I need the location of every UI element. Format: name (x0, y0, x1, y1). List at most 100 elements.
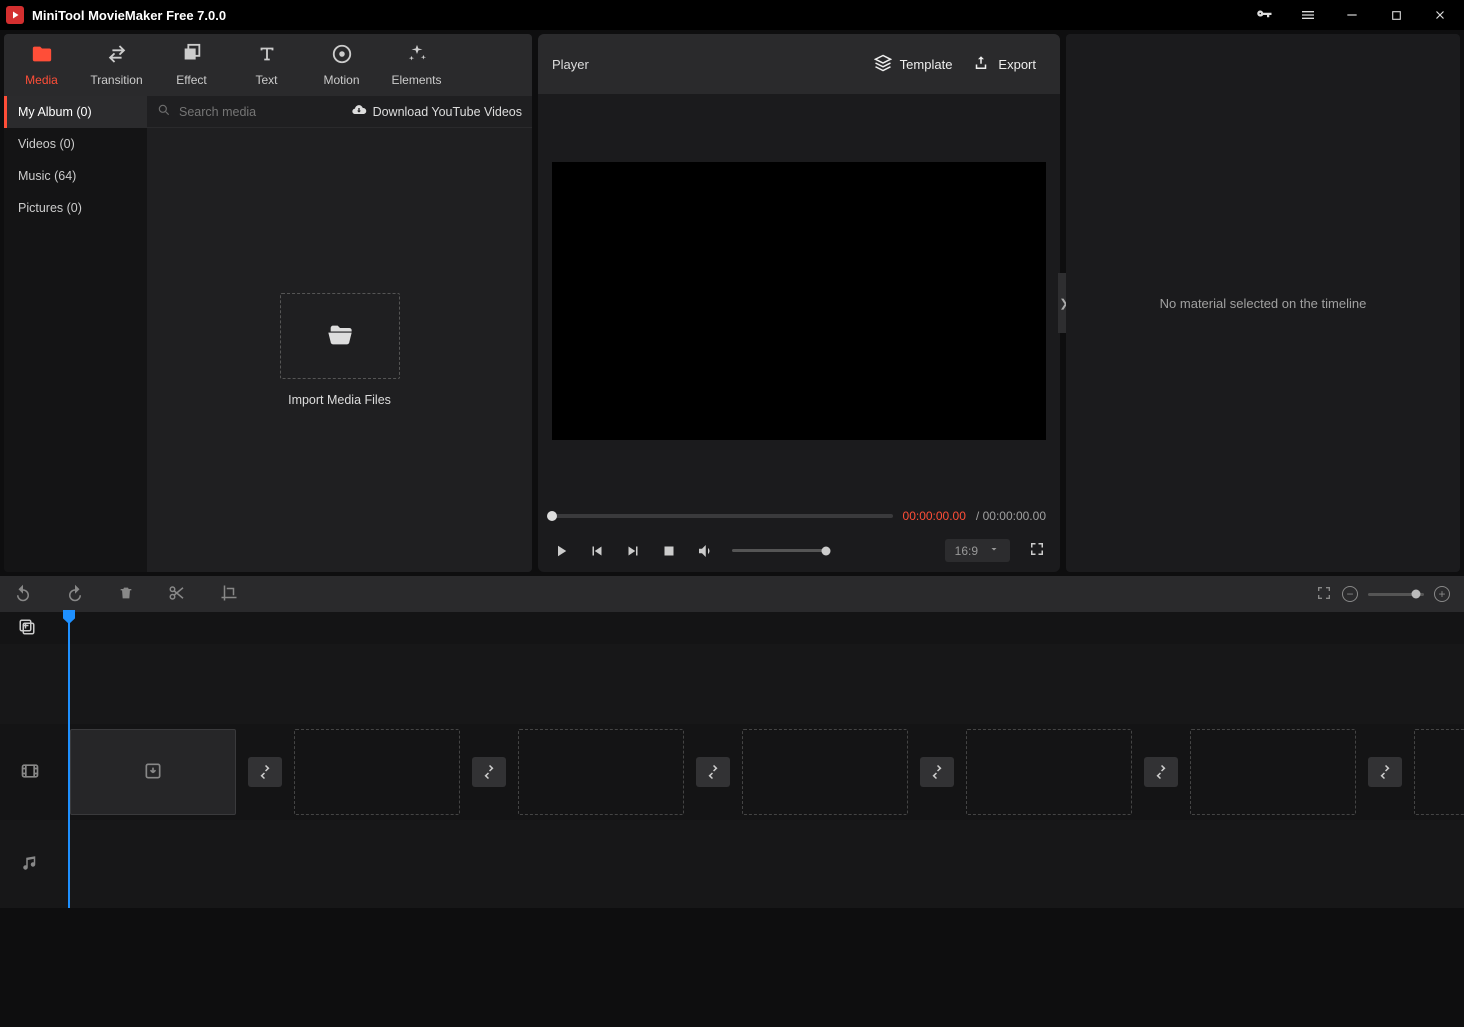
tab-elements[interactable]: Elements (379, 34, 454, 96)
import-media-box[interactable] (280, 293, 400, 379)
export-icon (972, 54, 990, 75)
album-label: Music (64) (18, 169, 76, 183)
timeline-toolbar: − + (0, 576, 1464, 612)
media-drop-zone[interactable]: Import Media Files (147, 128, 532, 572)
template-button[interactable]: Template (864, 54, 963, 75)
album-label: Videos (0) (18, 137, 75, 151)
activate-key-button[interactable] (1246, 0, 1282, 30)
video-track[interactable] (0, 724, 1464, 820)
export-label: Export (998, 57, 1036, 72)
play-button[interactable] (552, 542, 570, 560)
inspector-empty-text: No material selected on the timeline (1160, 296, 1367, 311)
layers-icon (181, 43, 203, 69)
motion-icon (331, 43, 353, 69)
audio-track[interactable] (0, 820, 1464, 908)
media-panel: Media Transition Effect Text Motion Elem… (4, 34, 532, 572)
stop-button[interactable] (660, 542, 678, 560)
cloud-download-icon (351, 102, 367, 121)
tab-label: Effect (176, 73, 206, 87)
album-music[interactable]: Music (64) (4, 160, 147, 192)
transition-slot[interactable] (472, 757, 506, 787)
volume-slider[interactable] (732, 549, 826, 552)
app-logo (6, 6, 24, 24)
fit-timeline-button[interactable] (1316, 585, 1332, 604)
player-title: Player (552, 57, 589, 72)
fullscreen-button[interactable] (1028, 540, 1046, 561)
inspector-panel: No material selected on the timeline (1066, 34, 1460, 572)
video-preview[interactable] (552, 162, 1046, 440)
zoom-slider[interactable] (1368, 593, 1424, 596)
music-icon (21, 854, 39, 875)
search-input[interactable] (177, 104, 317, 120)
minimize-button[interactable] (1334, 0, 1370, 30)
album-my-album[interactable]: My Album (0) (4, 96, 147, 128)
tab-label: Motion (323, 73, 359, 87)
album-label: My Album (0) (18, 105, 92, 119)
clip-slot[interactable] (1414, 729, 1464, 815)
split-button[interactable] (168, 584, 186, 605)
tab-label: Transition (90, 73, 142, 87)
transition-slot[interactable] (1368, 757, 1402, 787)
folder-icon (31, 43, 53, 69)
transition-slot[interactable] (920, 757, 954, 787)
sparkle-icon (406, 43, 428, 69)
next-frame-button[interactable] (624, 542, 642, 560)
redo-button[interactable] (66, 584, 84, 605)
film-icon (20, 761, 40, 784)
text-icon (256, 43, 278, 69)
download-icon (143, 761, 163, 784)
transition-slot[interactable] (1144, 757, 1178, 787)
menu-button[interactable] (1290, 0, 1326, 30)
tab-motion[interactable]: Motion (304, 34, 379, 96)
clip-slot[interactable] (294, 729, 460, 815)
timeline (0, 612, 1464, 908)
crop-button[interactable] (220, 584, 238, 605)
search-icon (157, 103, 171, 120)
player-panel: Player Template Export 00:00:00.00 / 00:… (538, 34, 1060, 572)
album-label: Pictures (0) (18, 201, 82, 215)
app-title: MiniTool MovieMaker Free 7.0.0 (32, 8, 226, 23)
template-icon (874, 54, 892, 75)
transition-slot[interactable] (248, 757, 282, 787)
delete-button[interactable] (118, 585, 134, 604)
clip-slot[interactable] (70, 729, 236, 815)
text-track[interactable] (0, 644, 1464, 724)
clip-slot[interactable] (966, 729, 1132, 815)
tab-transition[interactable]: Transition (79, 34, 154, 96)
aspect-label: 16:9 (955, 544, 978, 558)
volume-button[interactable] (696, 542, 714, 560)
tab-label: Text (255, 73, 277, 87)
tool-tabs: Media Transition Effect Text Motion Elem… (4, 34, 532, 96)
timeline-ruler[interactable] (0, 612, 1464, 644)
album-sidebar: My Album (0) Videos (0) Music (64) Pictu… (4, 96, 147, 572)
time-total: / 00:00:00.00 (976, 509, 1046, 523)
album-videos[interactable]: Videos (0) (4, 128, 147, 160)
chevron-down-icon (988, 543, 1000, 558)
download-youtube-button[interactable]: Download YouTube Videos (351, 102, 522, 121)
undo-button[interactable] (14, 584, 32, 605)
album-pictures[interactable]: Pictures (0) (4, 192, 147, 224)
clip-slot[interactable] (1190, 729, 1356, 815)
tab-effect[interactable]: Effect (154, 34, 229, 96)
add-track-button[interactable] (18, 618, 36, 639)
clip-slot[interactable] (518, 729, 684, 815)
clip-slot[interactable] (742, 729, 908, 815)
time-current: 00:00:00.00 (903, 509, 966, 523)
maximize-button[interactable] (1378, 0, 1414, 30)
playhead[interactable] (68, 612, 70, 908)
export-button[interactable]: Export (962, 54, 1046, 75)
tab-text[interactable]: Text (229, 34, 304, 96)
zoom-in-button[interactable]: + (1434, 586, 1450, 602)
template-label: Template (900, 57, 953, 72)
prev-frame-button[interactable] (588, 542, 606, 560)
aspect-ratio-select[interactable]: 16:9 (945, 539, 1010, 562)
title-bar: MiniTool MovieMaker Free 7.0.0 (0, 0, 1464, 30)
progress-bar[interactable] (552, 514, 893, 518)
transition-slot[interactable] (696, 757, 730, 787)
close-button[interactable] (1422, 0, 1458, 30)
tab-media[interactable]: Media (4, 34, 79, 96)
media-topbar: Download YouTube Videos (147, 96, 532, 128)
import-media-label: Import Media Files (288, 393, 391, 407)
media-content: Download YouTube Videos Import Media Fil… (147, 96, 532, 572)
zoom-out-button[interactable]: − (1342, 586, 1358, 602)
